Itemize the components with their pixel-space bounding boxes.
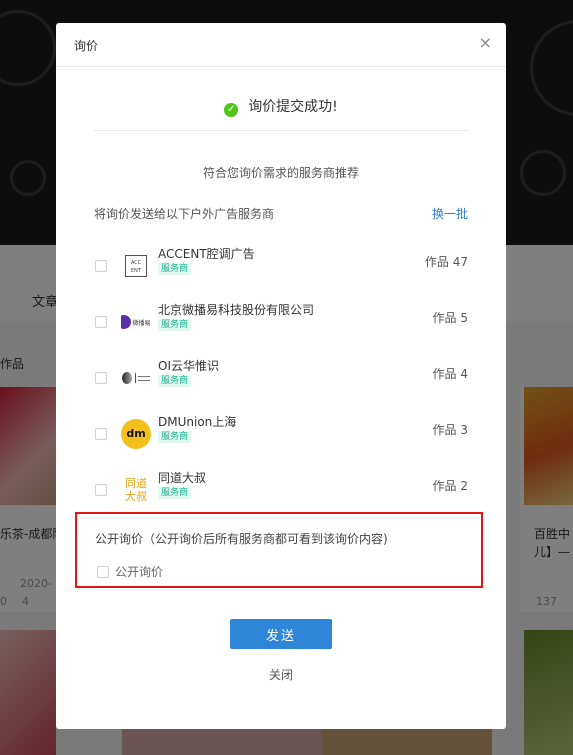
provider-row[interactable]: 微播易 北京微播易科技股份有限公司 服务商 作品 5 [94, 303, 468, 363]
provider-tag: 服务商 [158, 319, 192, 331]
modal-header: 询价 × [56, 23, 506, 67]
provider-name[interactable]: 北京微播易科技股份有限公司 [158, 301, 314, 318]
provider-tag: 服务商 [158, 375, 192, 387]
provider-row[interactable]: OI云华惟识 服务商 作品 4 [94, 359, 468, 419]
accent-logo: ACC ENT [120, 251, 152, 281]
recommend-text: 符合您询价需求的服务商推荐 [202, 166, 359, 180]
provider-works-count: 作品 2 [432, 479, 468, 493]
provider-row[interactable]: dm DMUnion上海 服务商 作品 3 [94, 415, 468, 475]
close-button[interactable]: 关闭 [56, 666, 506, 683]
provider-row[interactable]: ACC ENT ACCENT腔调广告 服务商 作品 47 [94, 247, 468, 307]
success-text: 询价提交成功! [248, 99, 338, 115]
divider [94, 130, 468, 131]
provider-tag: 服务商 [158, 487, 192, 499]
public-inquiry-description: 公开询价（公开询价后所有服务商都可看到该询价内容) [95, 532, 388, 546]
oi-logo [120, 363, 152, 393]
inquiry-modal: 询价 × ✓ 询价提交成功! 符合您询价需求的服务商推荐 将询价发送给以下户外广告… [56, 23, 506, 729]
provider-checkbox[interactable] [95, 428, 107, 440]
dmunion-logo: dm [120, 419, 152, 449]
provider-tag: 服务商 [158, 263, 192, 275]
provider-works-count: 作品 3 [432, 423, 468, 437]
provider-list-heading: 将询价发送给以下户外广告服务商 [94, 207, 275, 221]
public-inquiry-section: 公开询价（公开询价后所有服务商都可看到该询价内容) 公开询价 [75, 512, 483, 588]
public-inquiry-checkbox[interactable] [97, 566, 109, 578]
close-icon[interactable]: × [479, 34, 492, 52]
refresh-batch-link[interactable]: 换一批 [432, 205, 468, 222]
weiboyi-logo: 微播易 [120, 307, 152, 337]
tongdao-logo: 同道大叔 [125, 477, 147, 503]
provider-checkbox[interactable] [95, 316, 107, 328]
provider-name[interactable]: ACCENT腔调广告 [158, 245, 255, 262]
provider-checkbox[interactable] [95, 260, 107, 272]
success-message: ✓ 询价提交成功! [56, 96, 506, 117]
send-button[interactable]: 发送 [230, 619, 332, 649]
provider-works-count: 作品 5 [432, 311, 468, 325]
provider-name[interactable]: 同道大叔 [158, 469, 206, 486]
provider-works-count: 作品 4 [432, 367, 468, 381]
provider-checkbox[interactable] [95, 484, 107, 496]
provider-tag: 服务商 [158, 431, 192, 443]
provider-checkbox[interactable] [95, 372, 107, 384]
provider-name[interactable]: DMUnion上海 [158, 413, 236, 430]
provider-works-count: 作品 47 [424, 255, 468, 269]
provider-name[interactable]: OI云华惟识 [158, 357, 219, 374]
check-circle-icon: ✓ [224, 103, 239, 117]
modal-title: 询价 [74, 39, 99, 53]
public-inquiry-label[interactable]: 公开询价 [115, 563, 163, 580]
